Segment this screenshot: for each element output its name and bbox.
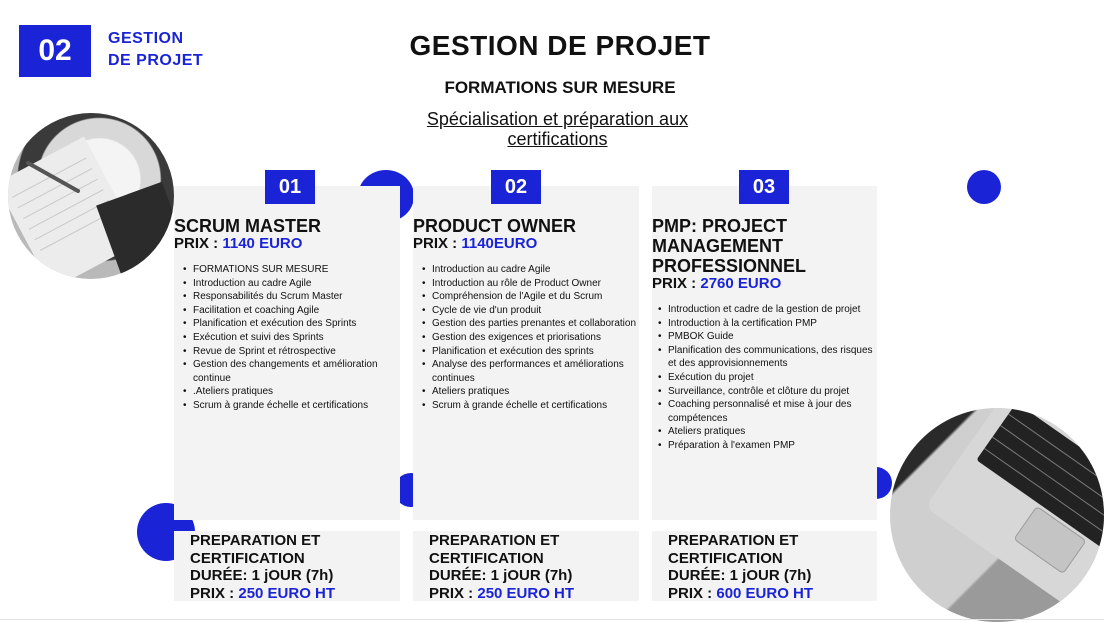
price-value: 2760 EURO xyxy=(700,275,782,292)
bottom-divider xyxy=(0,619,1104,620)
laptop-illustration xyxy=(928,408,1104,618)
specialisation-link[interactable]: Spécialisation et préparation aux certif… xyxy=(400,109,715,149)
prep-price: PRIX : 250 EURO HT xyxy=(190,585,400,603)
topic-list: Introduction et cadre de la gestion de p… xyxy=(648,303,874,453)
topic-item: Introduction à la certification PMP xyxy=(648,317,874,331)
prep-price: PRIX : 250 EURO HT xyxy=(429,585,639,603)
prep-title: PREPARATION ET CERTIFICATION xyxy=(429,532,560,567)
prep-duration: DURÉE: 1 jOUR (7h) xyxy=(668,567,812,584)
prep-price-label: PRIX : xyxy=(668,584,713,602)
prep-info: PREPARATION ET CERTIFICATION DURÉE: 1 jO… xyxy=(668,532,877,602)
topic-item: Introduction et cadre de la gestion de p… xyxy=(648,303,874,317)
topic-item: Analyse des performances et amélioration… xyxy=(412,358,636,385)
prep-price-label: PRIX : xyxy=(190,584,235,602)
topic-item: Gestion des changements et amélioration … xyxy=(173,358,395,385)
prep-title: PREPARATION ET CERTIFICATION xyxy=(190,532,321,567)
card-title: PMP: PROJECT MANAGEMENT PROFESSIONNEL xyxy=(652,216,807,276)
card-number-badge: 03 xyxy=(739,170,789,204)
prep-title: PREPARATION ET CERTIFICATION xyxy=(668,532,799,567)
topic-item: FORMATIONS SUR MESURE xyxy=(173,263,395,277)
card-number-badge: 02 xyxy=(491,170,541,204)
card-price: PRIX : 1140EURO xyxy=(413,235,537,252)
prep-duration: DURÉE: 1 jOUR (7h) xyxy=(429,567,573,584)
price-value: 1140EURO xyxy=(461,235,538,252)
card-title: PRODUCT OWNER xyxy=(413,216,576,236)
section-label-line1: GESTION xyxy=(108,30,184,47)
notebook-illustration xyxy=(8,136,174,279)
decorative-dot xyxy=(967,170,1001,204)
card-price: PRIX : 1140 EURO xyxy=(174,235,302,252)
price-value: 1140 EURO xyxy=(222,235,303,252)
page-subtitle: FORMATIONS SUR MESURE xyxy=(444,78,676,97)
card-title: SCRUM MASTER xyxy=(174,216,321,236)
price-label: PRIX : xyxy=(652,275,697,292)
topic-item: Scrum à grande échelle et certifications xyxy=(173,399,395,413)
topic-item: Surveillance, contrôle et clôture du pro… xyxy=(648,385,874,399)
topic-item: Facilitation et coaching Agile xyxy=(173,304,395,318)
topic-item: Introduction au rôle de Product Owner xyxy=(412,277,636,291)
prep-price-value: 600 EURO HT xyxy=(716,584,814,602)
section-label-line2: DE PROJET xyxy=(108,52,204,69)
topic-item: Cycle de vie d'un produit xyxy=(412,304,636,318)
laptop-photo xyxy=(890,408,1104,622)
topic-item: Compréhension de l'Agile et du Scrum xyxy=(412,290,636,304)
topic-item: Ateliers pratiques xyxy=(648,425,874,439)
section-label: GESTION DE PROJET xyxy=(108,28,203,72)
prep-info: PREPARATION ET CERTIFICATION DURÉE: 1 jO… xyxy=(190,532,400,602)
topic-item: .Ateliers pratiques xyxy=(173,385,395,399)
topic-item: Planification et exécution des sprints xyxy=(412,345,636,359)
topic-list: FORMATIONS SUR MESURE Introduction au ca… xyxy=(173,263,395,413)
topic-item: Ateliers pratiques xyxy=(412,385,636,399)
price-label: PRIX : xyxy=(413,235,458,252)
topic-item: Exécution et suivi des Sprints xyxy=(173,331,395,345)
topic-item: Introduction au cadre Agile xyxy=(173,277,395,291)
prep-duration: DURÉE: 1 jOUR (7h) xyxy=(190,567,334,584)
page-title: GESTION DE PROJET xyxy=(409,30,711,61)
topic-item: Scrum à grande échelle et certifications xyxy=(412,399,636,413)
prep-price-label: PRIX : xyxy=(429,584,474,602)
topic-item: Coaching personnalisé et mise à jour des… xyxy=(648,398,874,425)
topic-list: Introduction au cadre Agile Introduction… xyxy=(412,263,636,413)
topic-item: Planification des communications, des ri… xyxy=(648,344,874,371)
prep-price: PRIX : 600 EURO HT xyxy=(668,585,877,603)
topic-item: Préparation à l'examen PMP xyxy=(648,439,874,453)
card-number-badge: 01 xyxy=(265,170,315,204)
section-number-badge: 02 xyxy=(19,25,91,77)
topic-item: PMBOK Guide xyxy=(648,330,874,344)
prep-info: PREPARATION ET CERTIFICATION DURÉE: 1 jO… xyxy=(429,532,639,602)
topic-item: Introduction au cadre Agile xyxy=(412,263,636,277)
price-label: PRIX : xyxy=(174,235,219,252)
notebook-photo xyxy=(8,113,174,279)
card-price: PRIX : 2760 EURO xyxy=(652,275,781,292)
topic-item: Gestion des parties prenantes et collabo… xyxy=(412,317,636,331)
prep-price-value: 250 EURO HT xyxy=(477,584,575,602)
topic-item: Revue de Sprint et rétrospective xyxy=(173,345,395,359)
topic-item: Exécution du projet xyxy=(648,371,874,385)
topic-item: Responsabilités du Scrum Master xyxy=(173,290,395,304)
prep-price-value: 250 EURO HT xyxy=(238,584,336,602)
topic-item: Planification et exécution des Sprints xyxy=(173,317,395,331)
topic-item: Gestion des exigences et priorisations xyxy=(412,331,636,345)
